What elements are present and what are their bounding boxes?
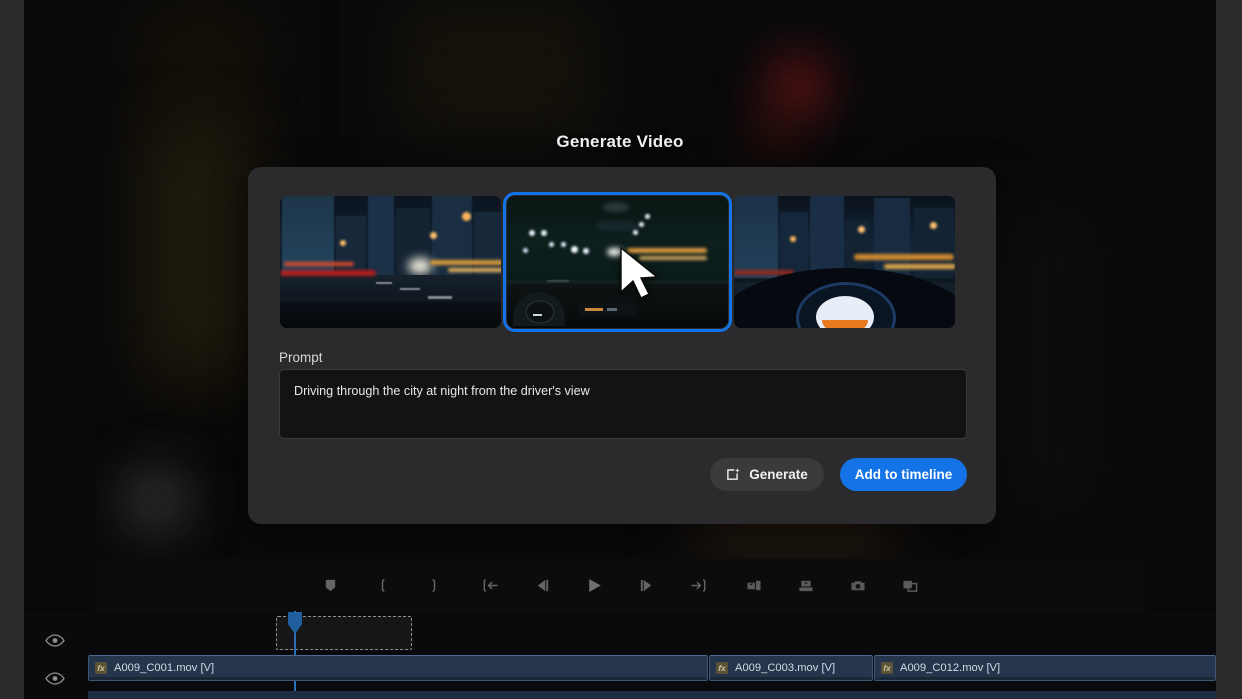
- table-row[interactable]: fx A009_C012.mov [V]: [874, 655, 1216, 681]
- fx-badge-icon: fx: [881, 662, 893, 674]
- video-track-v2[interactable]: [88, 691, 1216, 699]
- step-back-button[interactable]: [525, 570, 559, 600]
- left-panel-strip: [0, 0, 24, 699]
- track-visibility-v1[interactable]: [42, 669, 68, 687]
- fx-badge-icon: fx: [95, 662, 107, 674]
- app-root: Generate Video Prompt Driving through th…: [0, 0, 1242, 699]
- table-row[interactable]: fx A009_C003.mov [V]: [709, 655, 873, 681]
- clip-color-strip: [875, 677, 1215, 680]
- generate-sparkle-icon: [726, 467, 741, 482]
- add-to-timeline-button[interactable]: Add to timeline: [840, 458, 967, 491]
- timeline-tracks[interactable]: fx A009_C001.mov [V] fx A009_C003.mov [V…: [88, 611, 1216, 699]
- video-track-v1: fx A009_C001.mov [V] fx A009_C003.mov [V…: [88, 655, 1216, 681]
- mark-in-button[interactable]: [365, 570, 399, 600]
- monitor-right-edge: [1144, 0, 1146, 699]
- thumbnail-option-1[interactable]: [280, 196, 501, 328]
- thumbnail-option-3[interactable]: [734, 196, 955, 328]
- add-marker-button[interactable]: [313, 570, 347, 600]
- prompt-label: Prompt: [279, 350, 323, 365]
- generate-button[interactable]: Generate: [710, 458, 824, 491]
- comparison-view-button[interactable]: [893, 570, 927, 600]
- lift-button[interactable]: [737, 570, 771, 600]
- thumbnail-row: [280, 192, 955, 332]
- table-row[interactable]: fx A009_C001.mov [V]: [88, 655, 708, 681]
- play-stop-button[interactable]: [577, 570, 611, 600]
- clip-label: A009_C001.mov [V]: [114, 662, 215, 674]
- generate-video-dialog: Prompt Driving through the city at night…: [248, 167, 996, 524]
- mark-out-button[interactable]: [417, 570, 451, 600]
- generate-button-label: Generate: [749, 467, 808, 482]
- fx-badge-icon: fx: [716, 662, 728, 674]
- go-to-out-point-button[interactable]: [681, 570, 715, 600]
- track-header-column: [24, 611, 88, 699]
- clip-color-strip: [89, 677, 707, 680]
- clip-label: A009_C012.mov [V]: [900, 662, 1001, 674]
- prompt-input[interactable]: Driving through the city at night from t…: [279, 369, 967, 439]
- transport-toolbar: [96, 559, 1144, 611]
- prompt-value: Driving through the city at night from t…: [294, 384, 590, 398]
- go-to-in-point-button[interactable]: [473, 570, 507, 600]
- thumbnail-option-2[interactable]: [503, 192, 732, 332]
- track-visibility-v2[interactable]: [42, 631, 68, 649]
- page-title: Generate Video: [556, 132, 684, 151]
- right-panel-strip: [1216, 0, 1242, 699]
- step-forward-button[interactable]: [629, 570, 663, 600]
- extract-button[interactable]: [789, 570, 823, 600]
- clip-color-strip: [710, 677, 872, 680]
- clip-label: A009_C003.mov [V]: [735, 662, 836, 674]
- camera-icon[interactable]: [841, 570, 875, 600]
- timeline-panel: fx A009_C001.mov [V] fx A009_C003.mov [V…: [24, 611, 1216, 699]
- add-to-timeline-label: Add to timeline: [854, 467, 953, 482]
- clip-band: [88, 691, 1216, 699]
